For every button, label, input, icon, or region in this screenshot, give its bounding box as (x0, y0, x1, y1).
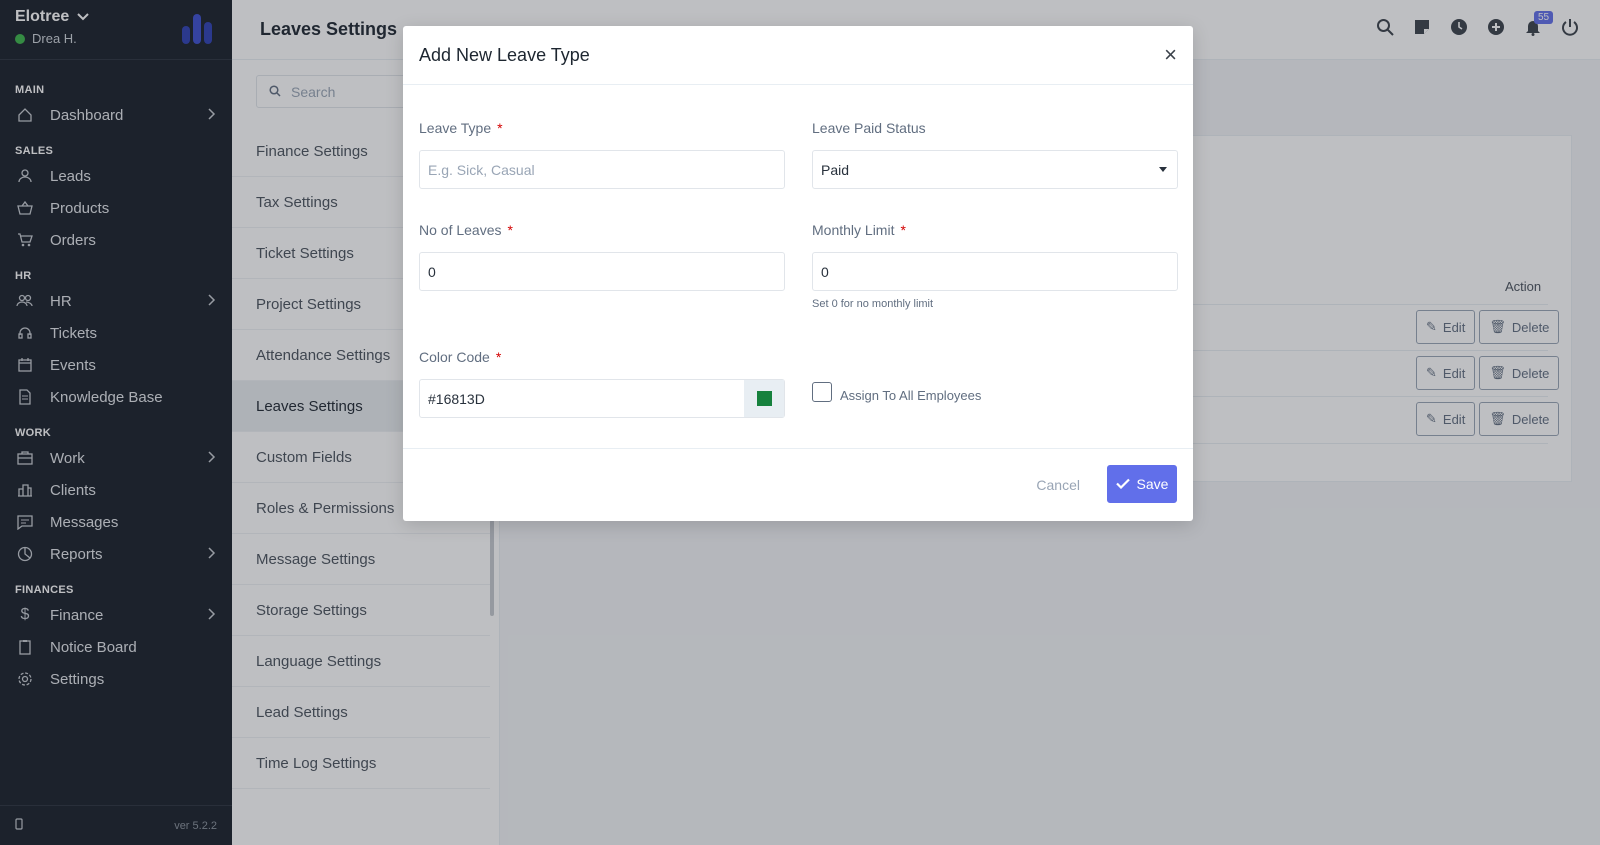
monthly-limit-label: Monthly Limit * (812, 222, 906, 238)
leave-type-label: Leave Type * (419, 120, 503, 136)
close-icon[interactable]: × (1164, 44, 1177, 66)
paid-status-value: Paid (821, 161, 850, 178)
color-swatch (756, 391, 772, 406)
caret-down-icon (1159, 167, 1167, 172)
save-label: Save (1136, 476, 1169, 492)
paid-status-label: Leave Paid Status (812, 120, 926, 136)
check-icon (1115, 476, 1130, 492)
color-code-input[interactable]: #16813D (419, 379, 785, 418)
add-leave-type-modal: Add New Leave Type × Leave Type * E.g. Si… (403, 26, 1193, 521)
monthly-limit-input[interactable]: 0 (812, 252, 1178, 291)
color-picker-button[interactable] (744, 380, 784, 417)
required-mark: * (900, 222, 906, 238)
required-mark: * (507, 222, 513, 238)
leave-type-input[interactable]: E.g. Sick, Casual (419, 150, 785, 189)
required-mark: * (497, 120, 503, 136)
modal-footer: Cancel Save (403, 448, 1193, 521)
paid-status-select[interactable]: Paid (812, 150, 1178, 189)
save-button[interactable]: Save (1107, 465, 1177, 503)
required-mark: * (495, 349, 502, 365)
modal-title: Add New Leave Type (419, 45, 590, 65)
color-code-label: Color Code * (419, 349, 502, 365)
color-code-value: #16813D (428, 390, 485, 407)
no-of-leaves-label: No of Leaves * (419, 222, 513, 238)
assign-all-checkbox[interactable] (812, 382, 832, 402)
assign-all-label: Assign To All Employees (840, 388, 982, 403)
modal-header: Add New Leave Type × (403, 26, 1193, 85)
no-of-leaves-input[interactable]: 0 (419, 252, 785, 291)
cancel-button[interactable]: Cancel (1036, 477, 1080, 493)
monthly-limit-help: Set 0 for no monthly limit (812, 298, 934, 310)
